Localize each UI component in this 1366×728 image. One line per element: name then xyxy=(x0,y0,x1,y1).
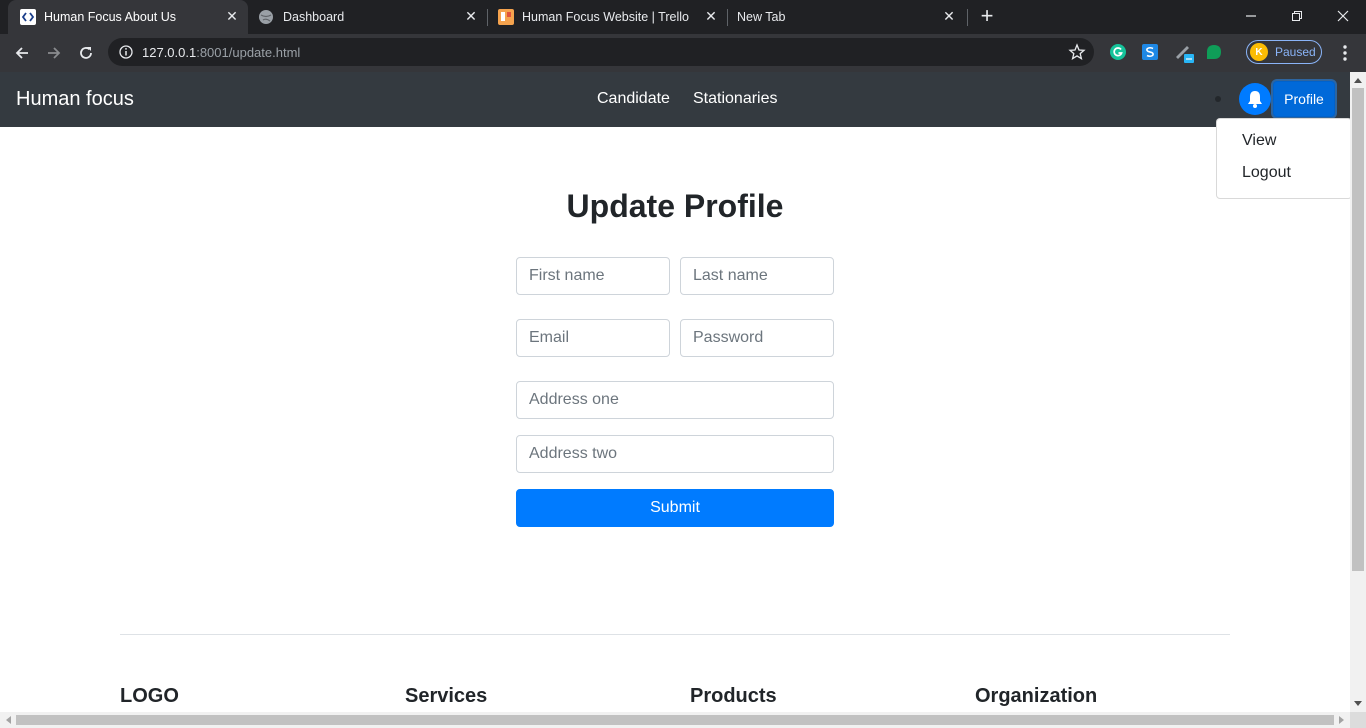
nav-link-candidate[interactable]: Candidate xyxy=(597,90,670,108)
footer-divider xyxy=(120,634,1230,635)
grammarly-extension-icon[interactable] xyxy=(1109,43,1127,61)
tab-title: New Tab xyxy=(737,10,786,24)
close-tab-icon[interactable]: ✕ xyxy=(463,8,479,24)
browser-tab-dashboard[interactable]: Dashboard ✕ xyxy=(248,0,488,34)
back-button[interactable] xyxy=(10,41,34,65)
globe-icon xyxy=(259,10,273,24)
url-path: :8001/update.html xyxy=(196,45,301,60)
profile-dropdown-menu: View Logout xyxy=(1216,118,1350,199)
info-icon[interactable] xyxy=(119,45,133,59)
pen-extension-icon[interactable] xyxy=(1173,41,1197,65)
browser-tab-human-focus-about-us[interactable]: Human Focus About Us ✕ xyxy=(8,0,248,34)
footer-heading-products: Products xyxy=(690,685,777,707)
arrow-left-icon xyxy=(15,47,28,59)
close-icon xyxy=(1337,10,1349,22)
tab-title: Human Focus Website | Trello xyxy=(522,10,689,24)
profile-status-label: Paused xyxy=(1275,45,1316,59)
scrollbar-corner xyxy=(1350,712,1366,728)
nav-dot xyxy=(1215,96,1221,102)
scroll-left-arrow-icon[interactable] xyxy=(0,712,16,728)
scroll-down-arrow-icon[interactable] xyxy=(1350,696,1366,712)
address-bar[interactable]: 127.0.0.1:8001/update.html xyxy=(108,38,1094,66)
new-tab-button[interactable]: + xyxy=(976,5,998,28)
restore-window-button[interactable] xyxy=(1274,0,1320,32)
s-extension-icon[interactable] xyxy=(1141,43,1159,61)
url-text: 127.0.0.1:8001/update.html xyxy=(142,45,300,60)
restore-icon xyxy=(1292,11,1302,21)
site-brand[interactable]: Human focus xyxy=(16,88,134,111)
trello-icon xyxy=(498,9,514,25)
close-tab-icon[interactable]: ✕ xyxy=(224,8,240,24)
horizontal-scroll-thumb[interactable] xyxy=(16,715,1334,725)
tab-title: Dashboard xyxy=(283,10,345,24)
more-options-icon[interactable] xyxy=(1336,43,1354,63)
first-name-input[interactable] xyxy=(516,257,670,295)
profile-avatar: K xyxy=(1250,43,1268,61)
scroll-right-arrow-icon[interactable] xyxy=(1334,712,1350,728)
dropdown-item-view[interactable]: View xyxy=(1242,132,1276,150)
email-input[interactable] xyxy=(516,319,670,357)
browser-tab-strip: Human Focus About Us ✕ Dashboard ✕ Human… xyxy=(0,0,1366,34)
close-tab-icon[interactable]: ✕ xyxy=(703,8,719,24)
arrow-right-icon xyxy=(48,47,61,59)
site-navbar: Human focus Candidate Stationaries Profi… xyxy=(0,72,1350,127)
password-input[interactable] xyxy=(680,319,834,357)
code-favicon-icon xyxy=(20,9,36,25)
address-two-input[interactable] xyxy=(516,435,834,473)
scroll-up-arrow-icon[interactable] xyxy=(1350,72,1366,88)
submit-button[interactable]: Submit xyxy=(516,489,834,527)
horizontal-scrollbar[interactable] xyxy=(0,712,1350,728)
footer-heading-organization: Organization xyxy=(975,685,1098,707)
url-host: 127.0.0.1 xyxy=(142,45,197,60)
page-viewport: Human focus Candidate Stationaries Profi… xyxy=(0,72,1350,712)
close-tab-icon[interactable]: ✕ xyxy=(941,8,957,24)
leaf-extension-icon[interactable] xyxy=(1205,43,1223,61)
close-window-button[interactable] xyxy=(1320,0,1366,32)
footer-heading-services: Services xyxy=(405,685,488,707)
profile-dropdown-button[interactable]: Profile xyxy=(1273,81,1335,117)
vertical-scrollbar[interactable] xyxy=(1350,72,1366,712)
bookmark-star-icon[interactable] xyxy=(1068,43,1086,61)
profile-paused-button[interactable]: K Paused xyxy=(1246,40,1322,64)
bell-icon xyxy=(1248,91,1262,108)
browser-toolbar: 127.0.0.1:8001/update.html K Paused xyxy=(0,34,1366,72)
reload-button[interactable] xyxy=(74,41,98,65)
vertical-scroll-thumb[interactable] xyxy=(1352,88,1364,571)
reload-icon xyxy=(80,47,92,59)
browser-tab-new-tab[interactable]: New Tab ✕ xyxy=(728,0,968,34)
tab-separator xyxy=(967,9,968,26)
nav-link-stationaries[interactable]: Stationaries xyxy=(693,90,778,108)
minimize-icon xyxy=(1246,15,1256,17)
minimize-window-button[interactable] xyxy=(1228,0,1274,32)
address-one-input[interactable] xyxy=(516,381,834,419)
last-name-input[interactable] xyxy=(680,257,834,295)
tab-title: Human Focus About Us xyxy=(44,10,177,24)
notifications-button[interactable] xyxy=(1239,83,1271,115)
dropdown-item-logout[interactable]: Logout xyxy=(1242,164,1291,182)
footer-heading-logo: LOGO xyxy=(120,685,179,707)
browser-tab-trello[interactable]: Human Focus Website | Trello ✕ xyxy=(488,0,728,34)
page-title: Update Profile xyxy=(566,188,784,224)
forward-button[interactable] xyxy=(42,41,66,65)
